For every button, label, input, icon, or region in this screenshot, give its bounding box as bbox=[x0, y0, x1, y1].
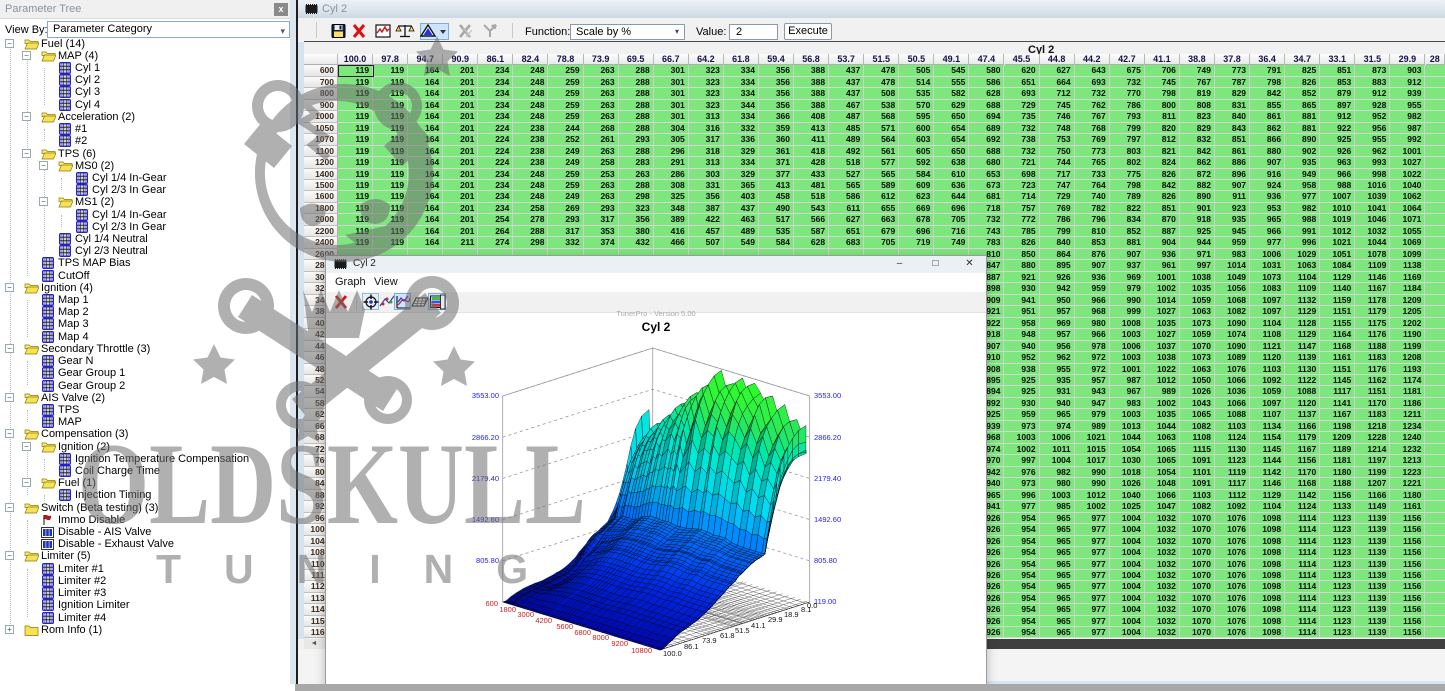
svg-text:8.1: 8.1 bbox=[801, 605, 811, 614]
svg-text:600: 600 bbox=[485, 599, 498, 608]
svg-text:41.1: 41.1 bbox=[751, 621, 766, 630]
svg-text:10800: 10800 bbox=[631, 646, 652, 655]
svg-text:3000: 3000 bbox=[517, 610, 534, 619]
svg-text:73.9: 73.9 bbox=[702, 636, 717, 645]
svg-text:2179.40: 2179.40 bbox=[814, 474, 841, 483]
svg-text:86.1: 86.1 bbox=[684, 642, 699, 651]
svg-text:4200: 4200 bbox=[535, 616, 552, 625]
svg-text:5600: 5600 bbox=[556, 622, 573, 631]
svg-text:1492.60: 1492.60 bbox=[814, 515, 841, 524]
svg-text:1800: 1800 bbox=[499, 605, 516, 614]
svg-text:18.9: 18.9 bbox=[784, 610, 799, 619]
svg-text:8000: 8000 bbox=[592, 633, 609, 642]
svg-text:6800: 6800 bbox=[574, 628, 591, 637]
svg-text:805.80: 805.80 bbox=[476, 556, 499, 565]
svg-text:805.80: 805.80 bbox=[814, 556, 837, 565]
svg-text:29.9: 29.9 bbox=[768, 615, 783, 624]
svg-text:3553.00: 3553.00 bbox=[472, 391, 499, 400]
svg-text:61.8: 61.8 bbox=[720, 631, 735, 640]
svg-text:2179.40: 2179.40 bbox=[472, 474, 499, 483]
svg-text:3553.00: 3553.00 bbox=[814, 391, 841, 400]
svg-text:9200: 9200 bbox=[611, 639, 628, 648]
svg-text:1492.60: 1492.60 bbox=[472, 515, 499, 524]
svg-text:51.5: 51.5 bbox=[735, 626, 750, 635]
svg-text:2866.20: 2866.20 bbox=[814, 433, 841, 442]
svg-text:2866.20: 2866.20 bbox=[472, 433, 499, 442]
svg-text:100.0: 100.0 bbox=[663, 649, 682, 658]
